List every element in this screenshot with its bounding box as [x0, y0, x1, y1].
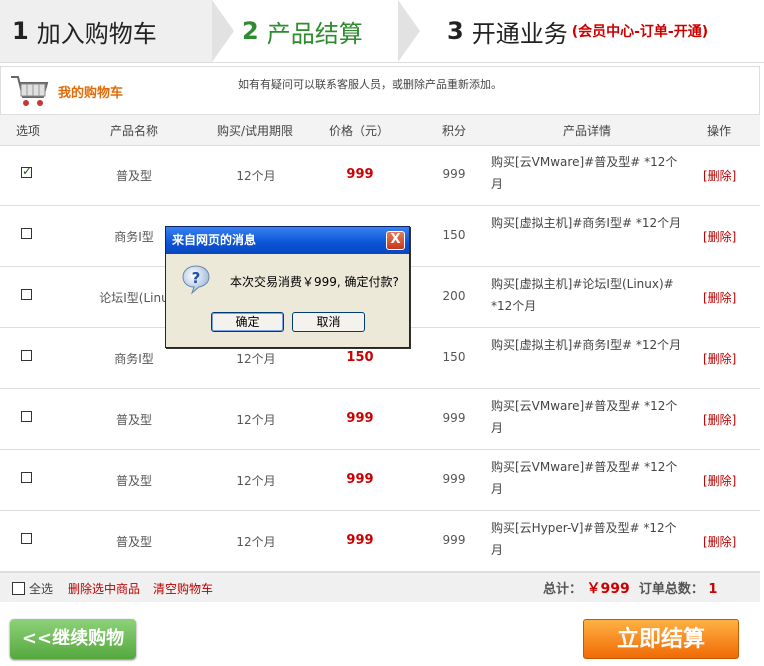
select-all-label[interactable]: 全选 — [29, 580, 53, 597]
continue-shopping-button[interactable]: <<继续购物 — [10, 619, 136, 659]
order-summary: 总计： ￥999 订单总数： 1 — [543, 578, 717, 598]
delete-link[interactable]: [删除] — [703, 167, 736, 184]
total-amount: ￥999 — [586, 581, 630, 597]
step-label: 加入购物车 — [36, 19, 157, 48]
product-detail: 购买[虚拟主机]#商务I型# *12个月 — [491, 338, 682, 352]
product-price: 999 — [346, 533, 374, 548]
dialog-title: 来自网页的消息 — [166, 227, 409, 254]
product-period: 12个月 — [236, 535, 276, 549]
ok-button[interactable]: 确定 — [211, 312, 284, 332]
product-points: 200 — [442, 289, 466, 303]
column-header: 购买/试用期限 — [217, 124, 294, 138]
column-header: 积分 — [442, 124, 467, 138]
product-detail: 购买[云VMware]#普及型# *12个月 — [491, 460, 678, 496]
cart-title: 我的购物车 — [58, 86, 124, 101]
column-header: 价格（元） — [329, 124, 390, 138]
table-header: 选项 产品名称 购买/试用期限 价格（元） 积分 产品详情 操作 — [0, 114, 760, 146]
table-row: 普及型 12个月 999 999 购买[云VMware]#普及型# *12个月 … — [0, 145, 760, 206]
cart-items: 普及型 12个月 999 999 购买[云VMware]#普及型# *12个月 … — [0, 145, 760, 572]
column-header: 产品名称 — [110, 124, 159, 138]
cart-header: 我的购物车 如有有疑问可以联系客服人员，或删除产品重新添加。 — [0, 66, 760, 115]
product-price: 999 — [346, 167, 374, 182]
count-label: 订单总数： — [638, 582, 704, 597]
step-divider — [212, 0, 234, 62]
product-period: 12个月 — [236, 413, 276, 427]
product-detail: 购买[云VMware]#普及型# *12个月 — [491, 399, 678, 435]
product-detail: 购买[云VMware]#普及型# *12个月 — [491, 155, 678, 191]
product-points: 999 — [442, 167, 466, 181]
product-points: 999 — [442, 472, 466, 486]
total-label: 总计： — [543, 582, 583, 597]
step-divider — [398, 0, 420, 62]
checkout-button[interactable]: 立即结算 — [583, 619, 739, 659]
step-add-to-cart: 1 加入购物车 — [12, 0, 212, 62]
dialog-message: 本次交易消费￥999, 确定付款? — [230, 275, 399, 289]
table-row: 普及型 12个月 999 999 购买[云VMware]#普及型# *12个月 … — [0, 389, 760, 450]
cart-footer: 全选 删除选中商品 清空购物车 总计： ￥999 订单总数： 1 — [0, 572, 760, 602]
order-count: 1 — [708, 582, 718, 597]
delete-link[interactable]: [删除] — [703, 533, 736, 550]
column-header: 选项 — [16, 124, 41, 138]
checkout-steps: 1 加入购物车 2 产品结算 3 开通业务 (会员中心-订单-开通) — [0, 0, 764, 63]
column-header: 操作 — [707, 124, 732, 138]
delete-link[interactable]: [删除] — [703, 472, 736, 489]
product-points: 999 — [442, 411, 466, 425]
delete-selected-link[interactable]: 删除选中商品 — [68, 580, 140, 597]
product-points: 150 — [442, 228, 466, 242]
delete-link[interactable]: [删除] — [703, 289, 736, 306]
svg-text:?: ? — [192, 269, 201, 287]
step-checkout: 2 产品结算 — [242, 0, 363, 62]
product-detail: 购买[虚拟主机]#商务I型# *12个月 — [491, 216, 682, 230]
clear-cart-link[interactable]: 清空购物车 — [153, 580, 213, 597]
select-all-checkbox[interactable] — [12, 582, 25, 595]
product-detail: 购买[虚拟主机]#论坛I型(Linux)# *12个月 — [491, 277, 674, 313]
delete-link[interactable]: [删除] — [703, 228, 736, 245]
step-note: (会员中心-订单-开通) — [571, 24, 709, 40]
cancel-button[interactable]: 取消 — [292, 312, 365, 332]
question-icon: ? — [182, 265, 210, 295]
close-icon[interactable]: X — [386, 231, 405, 250]
table-row: 普及型 12个月 999 999 购买[云Hyper-V]#普及型# *12个月… — [0, 511, 760, 572]
delete-link[interactable]: [删除] — [703, 350, 736, 367]
step-label: 产品结算 — [266, 19, 363, 48]
product-price: 150 — [346, 350, 374, 365]
step-number: 3 — [447, 17, 464, 45]
column-header: 产品详情 — [563, 124, 612, 138]
step-number: 2 — [242, 17, 259, 45]
product-period: 12个月 — [236, 169, 276, 183]
product-points: 999 — [442, 533, 466, 547]
product-price: 999 — [346, 472, 374, 487]
step-activate: 3 开通业务 (会员中心-订单-开通) — [447, 0, 708, 62]
step-label: 开通业务 — [471, 19, 568, 48]
product-points: 150 — [442, 350, 466, 364]
cart-tip: 如有有疑问可以联系客服人员，或删除产品重新添加。 — [238, 78, 502, 91]
shopping-cart-icon — [11, 76, 49, 106]
confirm-dialog: 来自网页的消息 X ? 本次交易消费￥999, 确定付款? 确定 取消 — [165, 226, 410, 348]
product-detail: 购买[云Hyper-V]#普及型# *12个月 — [491, 521, 677, 557]
step-number: 1 — [12, 17, 29, 45]
product-period: 12个月 — [236, 352, 276, 366]
product-price: 999 — [346, 411, 374, 426]
delete-link[interactable]: [删除] — [703, 411, 736, 428]
table-row: 普及型 12个月 999 999 购买[云VMware]#普及型# *12个月 … — [0, 450, 760, 511]
product-period: 12个月 — [236, 474, 276, 488]
